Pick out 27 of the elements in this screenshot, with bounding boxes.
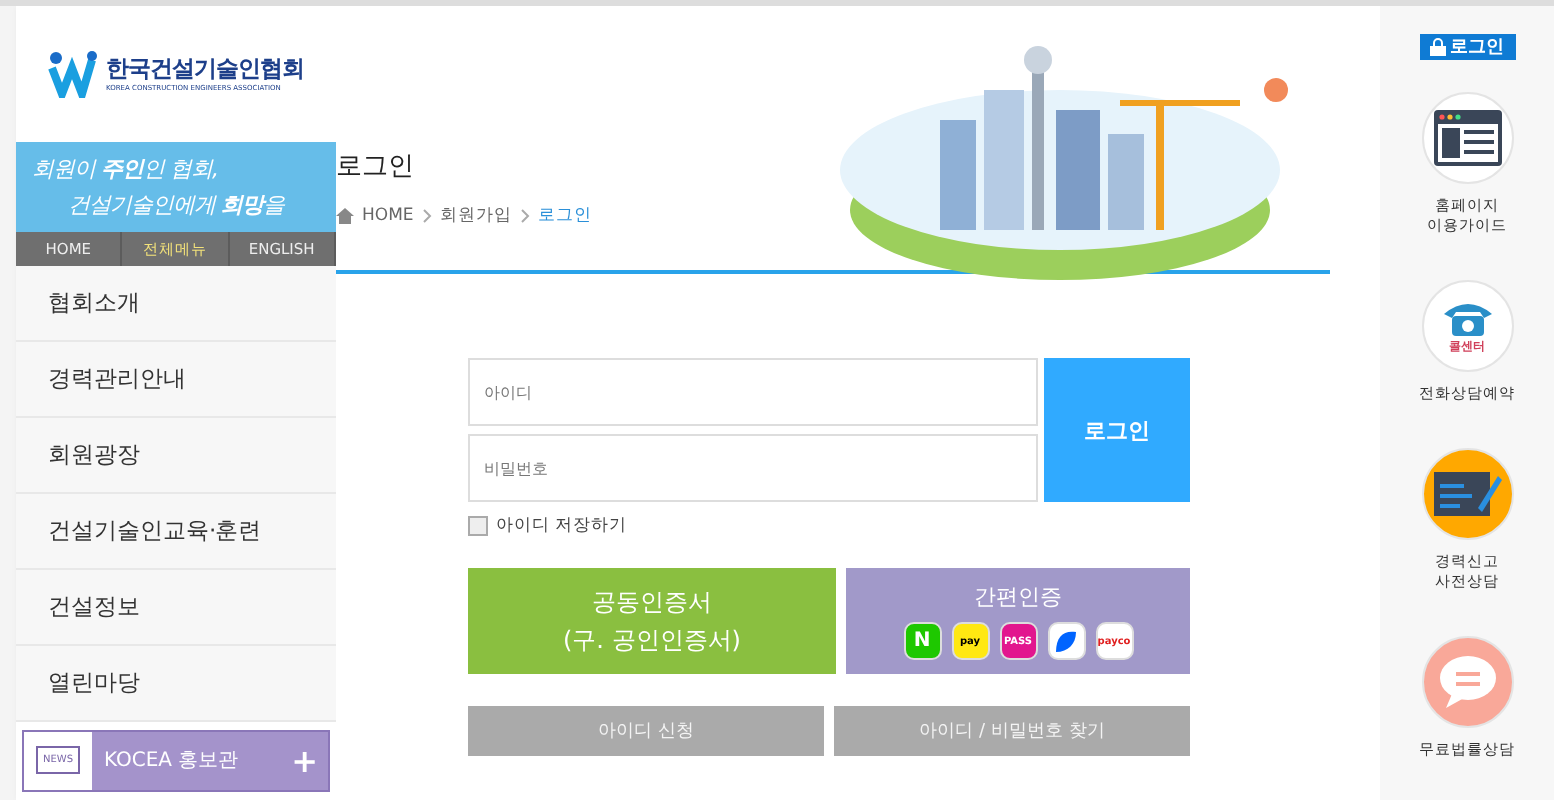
id-field[interactable]: 아이디 bbox=[468, 358, 1038, 426]
provider-icon[interactable] bbox=[1047, 622, 1085, 660]
page-title: 로그인 bbox=[336, 150, 416, 184]
menu-item[interactable]: 협회소개 bbox=[16, 265, 336, 342]
menu-item[interactable]: 경력관리안내 bbox=[16, 341, 336, 418]
home-icon bbox=[336, 208, 354, 224]
login-button[interactable]: 로그인 bbox=[1419, 34, 1515, 60]
password-field[interactable]: 비밀번호 bbox=[468, 434, 1038, 502]
menu-item[interactable]: 건설기술인교육·훈련 bbox=[16, 493, 336, 570]
breadcrumb-link[interactable]: 로그인 bbox=[537, 204, 592, 228]
menu-item[interactable]: 건설정보 bbox=[16, 569, 336, 646]
chat-bubble-icon bbox=[1421, 636, 1513, 728]
remember-label: 아이디 저장하기 bbox=[496, 514, 628, 538]
menu-item[interactable]: 열린마당 bbox=[16, 645, 336, 722]
remember-checkbox[interactable] bbox=[468, 516, 488, 536]
breadcrumb-link[interactable]: HOME bbox=[362, 206, 414, 226]
slogan-banner: 회원이 주인인 협회, 건설기술인에게 희망을 bbox=[16, 141, 336, 232]
breadcrumb-link[interactable]: 회원가입 bbox=[439, 204, 512, 228]
logo-icon bbox=[48, 49, 100, 98]
menu-item[interactable]: 회원광장 bbox=[16, 417, 336, 494]
logo-name: 한국건설기술인협회 bbox=[106, 54, 304, 84]
browser-window-icon bbox=[1421, 92, 1513, 184]
form-pen-icon bbox=[1421, 448, 1513, 540]
simple-auth-label: 간편인증 bbox=[974, 582, 1062, 612]
chevron-icon bbox=[519, 208, 530, 224]
chevron-icon bbox=[421, 208, 432, 224]
lock-icon bbox=[1430, 38, 1446, 56]
